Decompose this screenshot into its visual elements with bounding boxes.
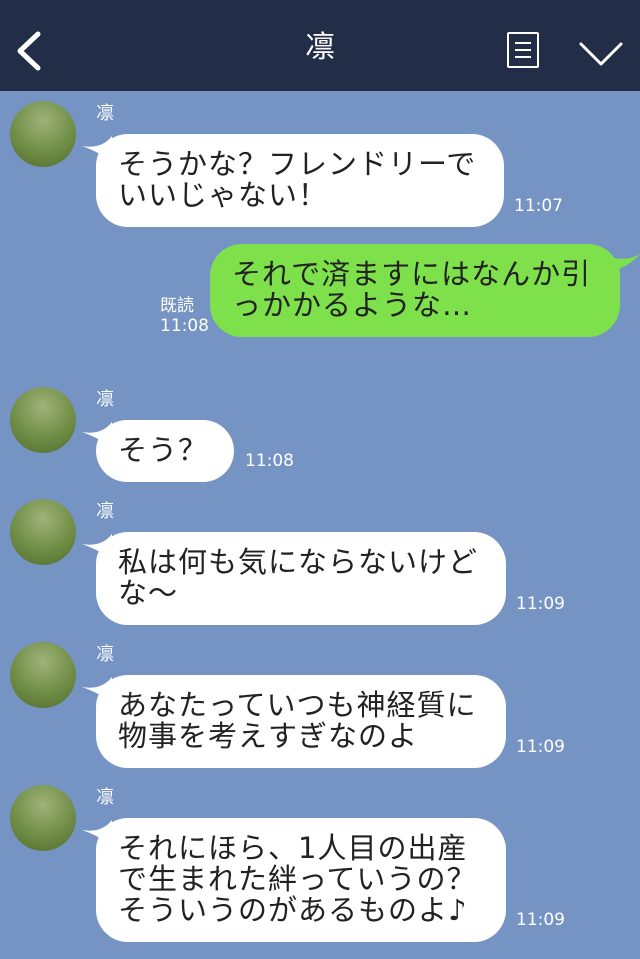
message-bubble[interactable]: そうかな？フレンドリーでいいじゃない！ xyxy=(96,134,504,227)
message-time: 11:08 xyxy=(160,316,209,336)
message-bubble[interactable]: それにほら、1人目の出産で生まれた絆っていうの？そういうのがあるものよ♪ xyxy=(96,818,506,942)
message-time: 11:09 xyxy=(516,910,565,930)
avatar-icon[interactable] xyxy=(10,642,76,708)
sender-name: 凛 xyxy=(96,501,114,522)
back-chevron-icon[interactable] xyxy=(10,26,50,76)
avatar-icon[interactable] xyxy=(10,499,76,565)
avatar-icon[interactable] xyxy=(10,101,76,167)
sender-name: 凛 xyxy=(96,389,114,410)
message-bubble[interactable]: 私は何も気にならないけどな〜 xyxy=(96,532,506,625)
message-time: 11:08 xyxy=(245,451,294,471)
message-time: 11:09 xyxy=(516,737,565,757)
message-bubble[interactable]: あなたっていつも神経質に物事を考えすぎなのよ xyxy=(96,675,506,768)
message-time: 11:09 xyxy=(516,594,565,614)
message-bubble[interactable]: そう？ xyxy=(96,420,234,482)
message-time: 11:07 xyxy=(514,196,563,216)
menu-icon[interactable] xyxy=(507,32,539,68)
sender-name: 凛 xyxy=(96,644,114,665)
collapse-chevron-icon[interactable] xyxy=(578,40,624,68)
avatar-icon[interactable] xyxy=(10,785,76,851)
read-receipt: 既読 xyxy=(160,296,194,316)
avatar-icon[interactable] xyxy=(10,387,76,453)
message-bubble[interactable]: それで済ますにはなんか引っかかるような… xyxy=(210,244,620,337)
sender-name: 凛 xyxy=(96,787,114,808)
chat-title: 凛 xyxy=(305,30,335,65)
chat-header: 凛 xyxy=(0,0,640,91)
sender-name: 凛 xyxy=(96,103,114,124)
